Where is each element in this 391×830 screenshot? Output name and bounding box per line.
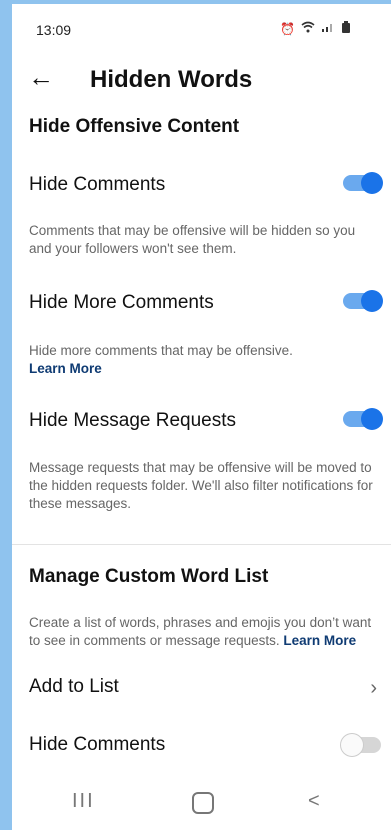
add-to-list-item[interactable]: Add to List (29, 676, 119, 698)
section-divider (12, 544, 391, 545)
home-icon[interactable] (192, 792, 214, 814)
app-bar: ← Hidden Words (12, 60, 391, 104)
hide-comments-toggle[interactable] (343, 172, 383, 194)
wifi-icon (301, 21, 315, 36)
toggle-knob (341, 734, 363, 756)
system-nav-bar: III < (12, 776, 391, 830)
custom-hide-comments-label[interactable]: Hide Comments (29, 734, 165, 756)
hide-more-comments-text: Hide more comments that may be offensive… (29, 343, 293, 358)
hide-more-comments-description: Hide more comments that may be offensive… (29, 342, 379, 378)
page-title: Hidden Words (90, 66, 253, 93)
status-time: 13:09 (36, 22, 72, 38)
hide-more-comments-label[interactable]: Hide More Comments (29, 292, 214, 314)
learn-more-link[interactable]: Learn More (29, 361, 102, 376)
section-title-offensive: Hide Offensive Content (29, 116, 240, 137)
toggle-knob (361, 408, 383, 430)
chevron-right-icon[interactable]: › (370, 677, 377, 700)
battery-icon (341, 21, 351, 36)
signal-icon (321, 21, 335, 36)
hide-message-requests-toggle[interactable] (343, 408, 383, 430)
hide-comments-label[interactable]: Hide Comments (29, 174, 165, 196)
status-bar: 13:09 ⏰ (12, 4, 391, 54)
hide-message-requests-label[interactable]: Hide Message Requests (29, 410, 236, 432)
recent-apps-icon[interactable]: III (72, 790, 95, 813)
custom-hide-comments-toggle[interactable] (341, 734, 381, 756)
back-arrow-icon[interactable]: ← (28, 64, 54, 90)
section-title-custom: Manage Custom Word List (29, 566, 269, 587)
toggle-knob (361, 290, 383, 312)
hide-message-requests-description: Message requests that may be offensive w… (29, 460, 373, 511)
custom-list-description: Create a list of words, phrases and emoj… (29, 614, 379, 650)
hide-more-comments-toggle[interactable] (343, 290, 383, 312)
status-icons: ⏰ (280, 21, 351, 36)
custom-learn-more-link[interactable]: Learn More (283, 633, 356, 648)
screen: 13:09 ⏰ ← Hidden Words Hide Offensive Co… (12, 4, 391, 830)
toggle-knob (361, 172, 383, 194)
hide-comments-description: Comments that may be offensive will be h… (29, 223, 356, 256)
back-nav-icon[interactable]: < (308, 790, 320, 813)
alarm-icon: ⏰ (280, 21, 295, 36)
